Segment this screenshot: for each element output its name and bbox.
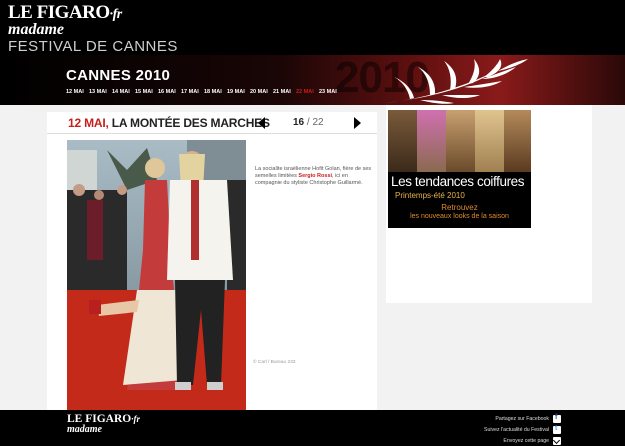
ad-banner[interactable]: Les tendances coiffures Printemps-été 20… — [388, 110, 531, 228]
hair-thumb — [504, 110, 531, 172]
site-header: LE FIGARO·fr madame FESTIVAL DE CANNES — [0, 0, 625, 55]
ad-cta: Retrouvez — [441, 203, 478, 212]
photo-caption: La socialite israélienne Hofit Golan, fi… — [255, 166, 375, 187]
date-tab[interactable]: 13 MAI — [89, 89, 112, 95]
date-tab[interactable]: 19 MAI — [227, 89, 250, 95]
logo-sub: madame — [8, 21, 64, 38]
ad-headline: Les tendances coiffures — [391, 174, 525, 189]
footer-logo[interactable]: LE FIGARO·fr madame — [67, 413, 140, 435]
logo-suffix: ·fr — [109, 7, 123, 22]
palm-icon — [385, 59, 528, 104]
gallery-title: 12 MAI, LA MONTÉE DES MARCHES — [68, 116, 270, 130]
gallery-title-text: LA MONTÉE DES MARCHES — [111, 116, 270, 130]
hair-thumb — [475, 110, 504, 172]
hair-thumb — [388, 110, 417, 172]
share-facebook-label: Partagez sur Facebook — [495, 416, 549, 422]
logo-brand: LE FIGARO — [8, 2, 110, 23]
section-title: FESTIVAL DE CANNES — [8, 38, 178, 55]
mail-icon — [553, 437, 561, 445]
date-tab[interactable]: 14 MAI — [112, 89, 135, 95]
send-email-label: Envoyez cette page — [503, 438, 549, 444]
date-tabs: 12 MAI 13 MAI 14 MAI 15 MAI 16 MAI 17 MA… — [66, 89, 342, 95]
send-email-link[interactable]: Envoyez cette page — [484, 436, 561, 446]
date-tab[interactable]: 23 MAI — [319, 89, 342, 95]
total-photos: 22 — [312, 117, 324, 128]
footer-logo-suffix: ·fr — [131, 414, 140, 424]
gallery-panel: La socialite israélienne Hofit Golan, fi… — [47, 134, 377, 410]
ad-cta-line2: les nouveaux looks de la saison — [410, 213, 509, 220]
ad-subheadline: Printemps-été 2010 — [395, 191, 465, 200]
festival-nav: 2010 CANNES 2010 12 MAI 13 MAI 14 MAI 15… — [0, 55, 625, 105]
current-photo: 16 — [293, 117, 305, 128]
hair-thumb — [417, 110, 446, 172]
date-tab[interactable]: 16 MAI — [158, 89, 181, 95]
next-arrow-icon[interactable] — [354, 117, 361, 129]
page: LE FIGARO·fr madame FESTIVAL DE CANNES 2… — [0, 0, 625, 446]
date-tab-active[interactable]: 22 MAI — [296, 89, 319, 95]
follow-twitter-label: Suivez l'actualité du Festival — [483, 427, 549, 433]
footer-logo-sub: madame — [67, 424, 102, 435]
twitter-icon — [553, 425, 561, 434]
date-tab[interactable]: 20 MAI — [250, 89, 273, 95]
caption-link[interactable]: Sergio Rossi — [298, 173, 332, 179]
facebook-icon — [553, 414, 561, 423]
photo-credit: © Carl / Bureau 233 — [253, 360, 296, 365]
follow-twitter-link[interactable]: Suivez l'actualité du Festival — [484, 425, 561, 435]
date-tab[interactable]: 18 MAI — [204, 89, 227, 95]
hair-thumb — [446, 110, 475, 172]
share-links: Partagez sur Facebook Suivez l'actualité… — [484, 414, 561, 446]
site-logo[interactable]: LE FIGARO·fr madame FESTIVAL DE CANNES — [8, 2, 186, 55]
date-tab[interactable]: 21 MAI — [273, 89, 296, 95]
prev-arrow-icon[interactable] — [258, 117, 265, 129]
gallery-photo[interactable] — [67, 140, 246, 410]
site-footer: LE FIGARO·fr madame Partagez sur Faceboo… — [0, 410, 625, 446]
gallery-date: 12 MAI, — [68, 116, 109, 130]
share-facebook-link[interactable]: Partagez sur Facebook — [484, 414, 561, 424]
date-tab[interactable]: 17 MAI — [181, 89, 204, 95]
date-tab[interactable]: 15 MAI — [135, 89, 158, 95]
date-tab[interactable]: 12 MAI — [66, 89, 89, 95]
gallery-header: 12 MAI, LA MONTÉE DES MARCHES 16 / 22 — [47, 112, 377, 134]
festival-title: CANNES 2010 — [66, 67, 171, 84]
photo-counter: 16 / 22 — [293, 117, 324, 128]
